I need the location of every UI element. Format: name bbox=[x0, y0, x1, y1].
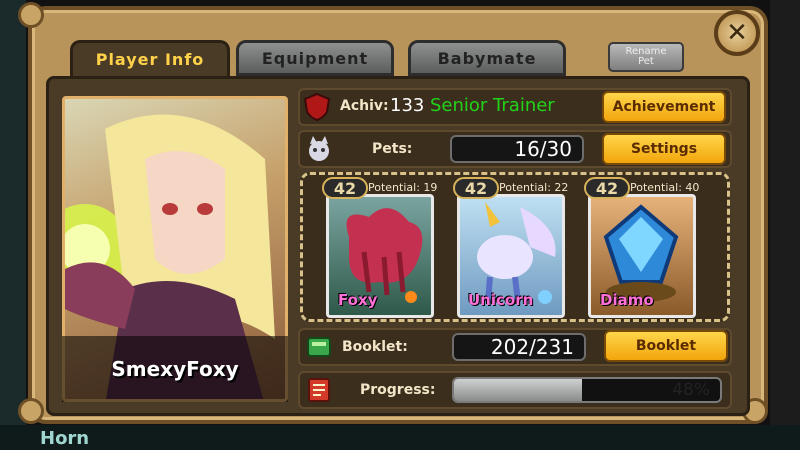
background-bottom bbox=[0, 425, 800, 450]
pet-potential: Potential: 19 bbox=[368, 181, 438, 194]
pet-name: Foxy bbox=[338, 291, 378, 309]
frame-corner-ornament bbox=[18, 2, 44, 28]
progress-bar: 48% bbox=[452, 377, 722, 403]
pet-potential: Potential: 22 bbox=[499, 181, 569, 194]
achievement-count: 133 bbox=[390, 95, 425, 116]
frame-corner-ornament bbox=[18, 398, 44, 424]
achievement-title: Senior Trainer bbox=[430, 95, 555, 116]
progress-scroll-icon bbox=[308, 378, 330, 402]
achievement-label: Achiv: bbox=[340, 98, 389, 114]
rename-pet-button[interactable]: Rename Pet bbox=[608, 42, 684, 72]
settings-button[interactable]: Settings bbox=[602, 133, 726, 165]
close-icon: ✕ bbox=[726, 18, 748, 48]
pet-potential: Potential: 40 bbox=[630, 181, 700, 194]
tab-equipment[interactable]: Equipment bbox=[236, 40, 394, 76]
pets-count: 16/30 bbox=[450, 135, 584, 163]
tab-babymate[interactable]: Babymate bbox=[408, 40, 566, 76]
tab-player-info[interactable]: Player Info bbox=[70, 40, 230, 76]
background-left bbox=[0, 0, 26, 450]
pet-level: 42 bbox=[322, 177, 368, 199]
booklet-count: 202/231 bbox=[452, 333, 586, 361]
pet-name: Unicorn bbox=[468, 291, 534, 309]
background-right bbox=[770, 0, 800, 450]
progress-percent: 48% bbox=[672, 380, 710, 400]
booklet-button[interactable]: Booklet bbox=[604, 330, 728, 362]
pet-cat-icon bbox=[309, 136, 329, 161]
pets-label: Pets: bbox=[372, 141, 413, 157]
close-button[interactable]: ✕ bbox=[714, 10, 760, 56]
pet-level: 42 bbox=[453, 177, 499, 199]
achievement-button[interactable]: Achievement bbox=[602, 91, 726, 123]
pet-level: 42 bbox=[584, 177, 630, 199]
booklet-icon bbox=[307, 337, 331, 357]
background-horn-text: Horn bbox=[40, 428, 90, 449]
pet-name: Diamo bbox=[600, 291, 654, 309]
player-name: SmexyFoxy bbox=[62, 336, 288, 402]
booklet-label: Booklet: bbox=[342, 339, 408, 355]
achievement-shield-icon bbox=[303, 92, 331, 122]
progress-bar-fill bbox=[454, 379, 582, 401]
progress-label: Progress: bbox=[360, 382, 436, 398]
